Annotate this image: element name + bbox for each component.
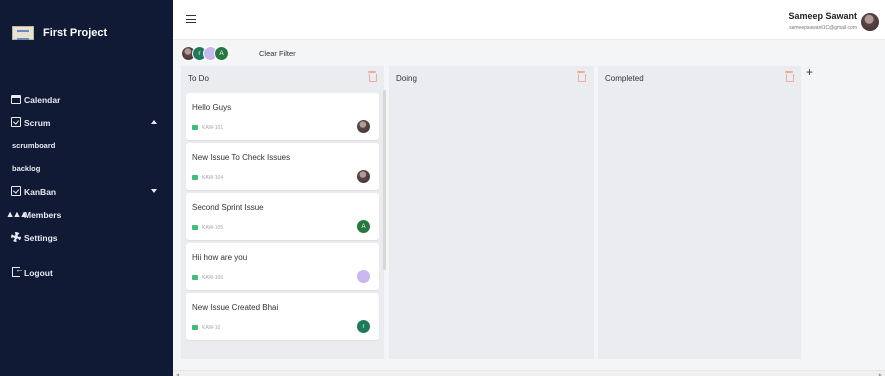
issue-card[interactable]: New Issue To Check Issues KAW-104 bbox=[186, 143, 379, 190]
checkbox-icon bbox=[11, 117, 21, 127]
card-key: KAW-104 bbox=[202, 175, 224, 181]
column-title: To Do bbox=[188, 74, 209, 83]
sidebar-item-label: Logout bbox=[24, 267, 53, 278]
add-column-button[interactable]: + bbox=[806, 65, 813, 79]
issue-card[interactable]: Hello Guys KAW-101 bbox=[186, 93, 379, 140]
sidebar-item-label: Members bbox=[24, 209, 62, 220]
card-key: KAW-105 bbox=[202, 225, 224, 231]
sidebar-subitem-backlog[interactable]: backlog bbox=[0, 157, 173, 180]
flag-icon bbox=[192, 125, 198, 130]
user-name[interactable]: Sameep Sawant bbox=[788, 11, 857, 21]
card-title: Second Sprint Issue bbox=[192, 203, 264, 212]
column-title: Doing bbox=[396, 74, 417, 83]
sidebar-item-settings[interactable]: Settings bbox=[0, 226, 173, 249]
assignee-avatar[interactable]: A bbox=[357, 220, 370, 233]
flag-icon bbox=[192, 325, 198, 330]
card-title: New Issue To Check Issues bbox=[192, 153, 291, 162]
chevron-up-icon bbox=[151, 120, 157, 124]
assignee-avatar[interactable] bbox=[357, 170, 370, 183]
brand[interactable]: First Project bbox=[12, 26, 107, 40]
sidebar-item-calendar[interactable]: Calendar bbox=[0, 88, 173, 111]
sidebar-item-label: Settings bbox=[24, 232, 58, 243]
logout-icon bbox=[11, 264, 24, 277]
assignee-avatar[interactable] bbox=[357, 270, 370, 283]
issue-card[interactable]: Hii how are you KAW-106 bbox=[186, 243, 379, 290]
chevron-down-icon bbox=[151, 189, 157, 193]
sidebar-item-members[interactable]: ▲▲▲ Members bbox=[0, 203, 173, 226]
trash-icon[interactable] bbox=[577, 71, 586, 82]
scroll-right-icon[interactable]: ▶ bbox=[879, 372, 882, 376]
gear-icon bbox=[11, 232, 21, 242]
flag-icon bbox=[192, 225, 198, 230]
sidebar-nav: Calendar Scrum scrumboard backlog KanBan… bbox=[0, 88, 173, 284]
assignee-avatar[interactable]: r bbox=[357, 320, 370, 333]
sidebar-subitem-scrumboard[interactable]: scrumboard bbox=[0, 134, 173, 157]
scroll-left-icon[interactable]: ◀ bbox=[176, 372, 179, 376]
hamburger-icon[interactable] bbox=[186, 15, 196, 23]
flag-icon bbox=[192, 275, 198, 280]
building-logo-icon bbox=[12, 26, 34, 40]
calendar-icon bbox=[11, 94, 21, 104]
column-scrollbar[interactable] bbox=[383, 90, 386, 270]
project-name: First Project bbox=[43, 27, 108, 39]
horizontal-scrollbar[interactable]: ◀ ▶ bbox=[173, 370, 885, 376]
user-email: sameepsawant1C@gmail.com bbox=[789, 25, 857, 31]
assignee-avatar[interactable] bbox=[357, 120, 370, 133]
sidebar-item-scrum[interactable]: Scrum bbox=[0, 111, 173, 134]
board-column-doing: Doing bbox=[389, 66, 594, 359]
trash-icon[interactable] bbox=[368, 71, 377, 82]
sidebar-item-label: Calendar bbox=[24, 94, 61, 105]
members-icon: ▲▲▲ bbox=[5, 209, 29, 219]
column-title: Completed bbox=[605, 74, 644, 83]
card-title: New Issue Created Bhai bbox=[192, 303, 279, 312]
clear-filter-button[interactable]: Clear Filter bbox=[259, 49, 296, 58]
user-avatar[interactable] bbox=[861, 13, 879, 31]
card-key: KAW-106 bbox=[202, 275, 224, 281]
trash-icon[interactable] bbox=[785, 71, 794, 82]
board-column-todo: To Do Hello Guys KAW-101 New Issue To Ch… bbox=[181, 66, 384, 359]
assignee-filter-bar: r A Clear Filter bbox=[181, 44, 296, 62]
flag-icon bbox=[192, 175, 198, 180]
sidebar: First Project Calendar Scrum scrumboard … bbox=[0, 0, 173, 376]
filter-avatar-a[interactable]: A bbox=[214, 45, 229, 61]
sidebar-item-logout[interactable]: Logout bbox=[0, 261, 173, 284]
issue-card[interactable]: New Issue Created Bhai KAW-10 r bbox=[186, 293, 379, 340]
card-key: KAW-101 bbox=[202, 125, 224, 131]
sidebar-item-label: KanBan bbox=[24, 186, 57, 197]
card-title: Hii how are you bbox=[192, 253, 248, 262]
board-column-completed: Completed bbox=[598, 66, 801, 359]
card-title: Hello Guys bbox=[192, 103, 232, 112]
issue-card[interactable]: Second Sprint Issue KAW-105 A bbox=[186, 193, 379, 240]
checkbox-icon bbox=[11, 186, 21, 196]
card-key: KAW-10 bbox=[202, 325, 221, 331]
sidebar-item-kanban[interactable]: KanBan bbox=[0, 180, 173, 203]
topbar: Sameep Sawant sameepsawant1C@gmail.com bbox=[173, 0, 885, 40]
sidebar-item-label: Scrum bbox=[24, 117, 51, 128]
